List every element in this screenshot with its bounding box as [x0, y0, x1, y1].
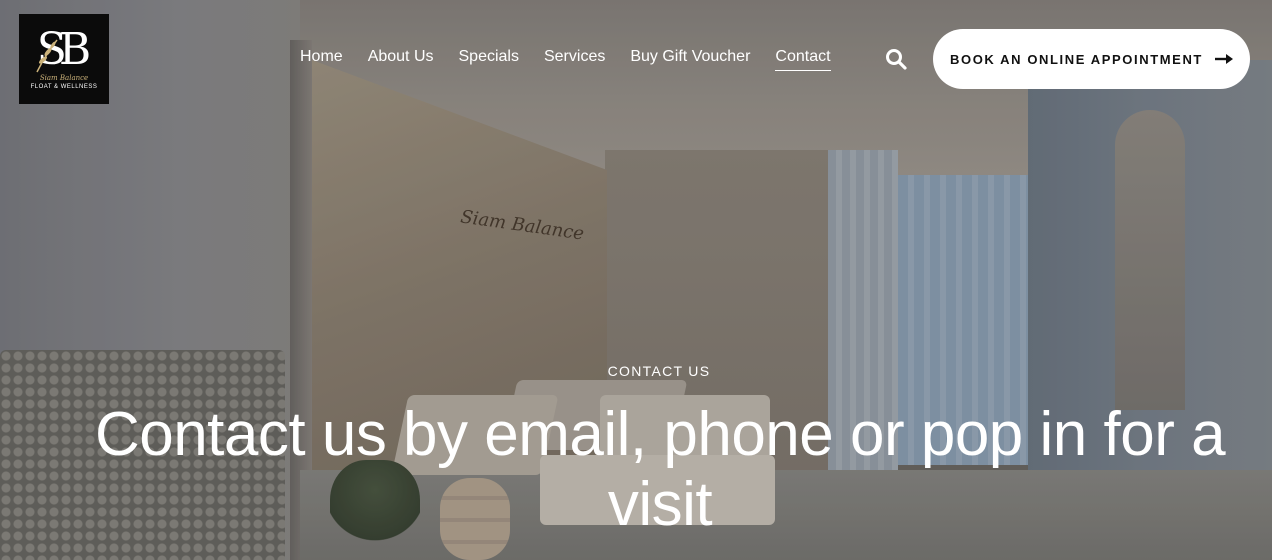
- nav-about-us[interactable]: About Us: [368, 48, 434, 71]
- site-logo[interactable]: SB Siam Balance FLOAT & WELLNESS: [19, 14, 109, 104]
- nav-specials[interactable]: Specials: [459, 48, 519, 71]
- book-appointment-button[interactable]: BOOK AN ONLINE APPOINTMENT: [933, 29, 1250, 89]
- main-nav: Home About Us Specials Services Buy Gift…: [300, 48, 856, 71]
- nav-home[interactable]: Home: [300, 48, 343, 71]
- hero-headline: Contact us by email, phone or pop in for…: [94, 400, 1226, 539]
- logo-tagline: FLOAT & WELLNESS: [30, 84, 98, 90]
- hero-eyebrow: CONTACT US: [607, 363, 711, 379]
- nav-buy-gift-voucher[interactable]: Buy Gift Voucher: [630, 48, 750, 71]
- arrow-right-icon: [1214, 54, 1233, 64]
- hero-section: Siam Balance SB Siam Balance FLOAT & WEL…: [0, 0, 1272, 560]
- nav-services[interactable]: Services: [544, 48, 605, 71]
- leaf-icon: [36, 39, 58, 73]
- book-appointment-label: BOOK AN ONLINE APPOINTMENT: [950, 51, 1203, 67]
- nav-contact[interactable]: Contact: [775, 48, 831, 71]
- search-icon[interactable]: [884, 47, 908, 71]
